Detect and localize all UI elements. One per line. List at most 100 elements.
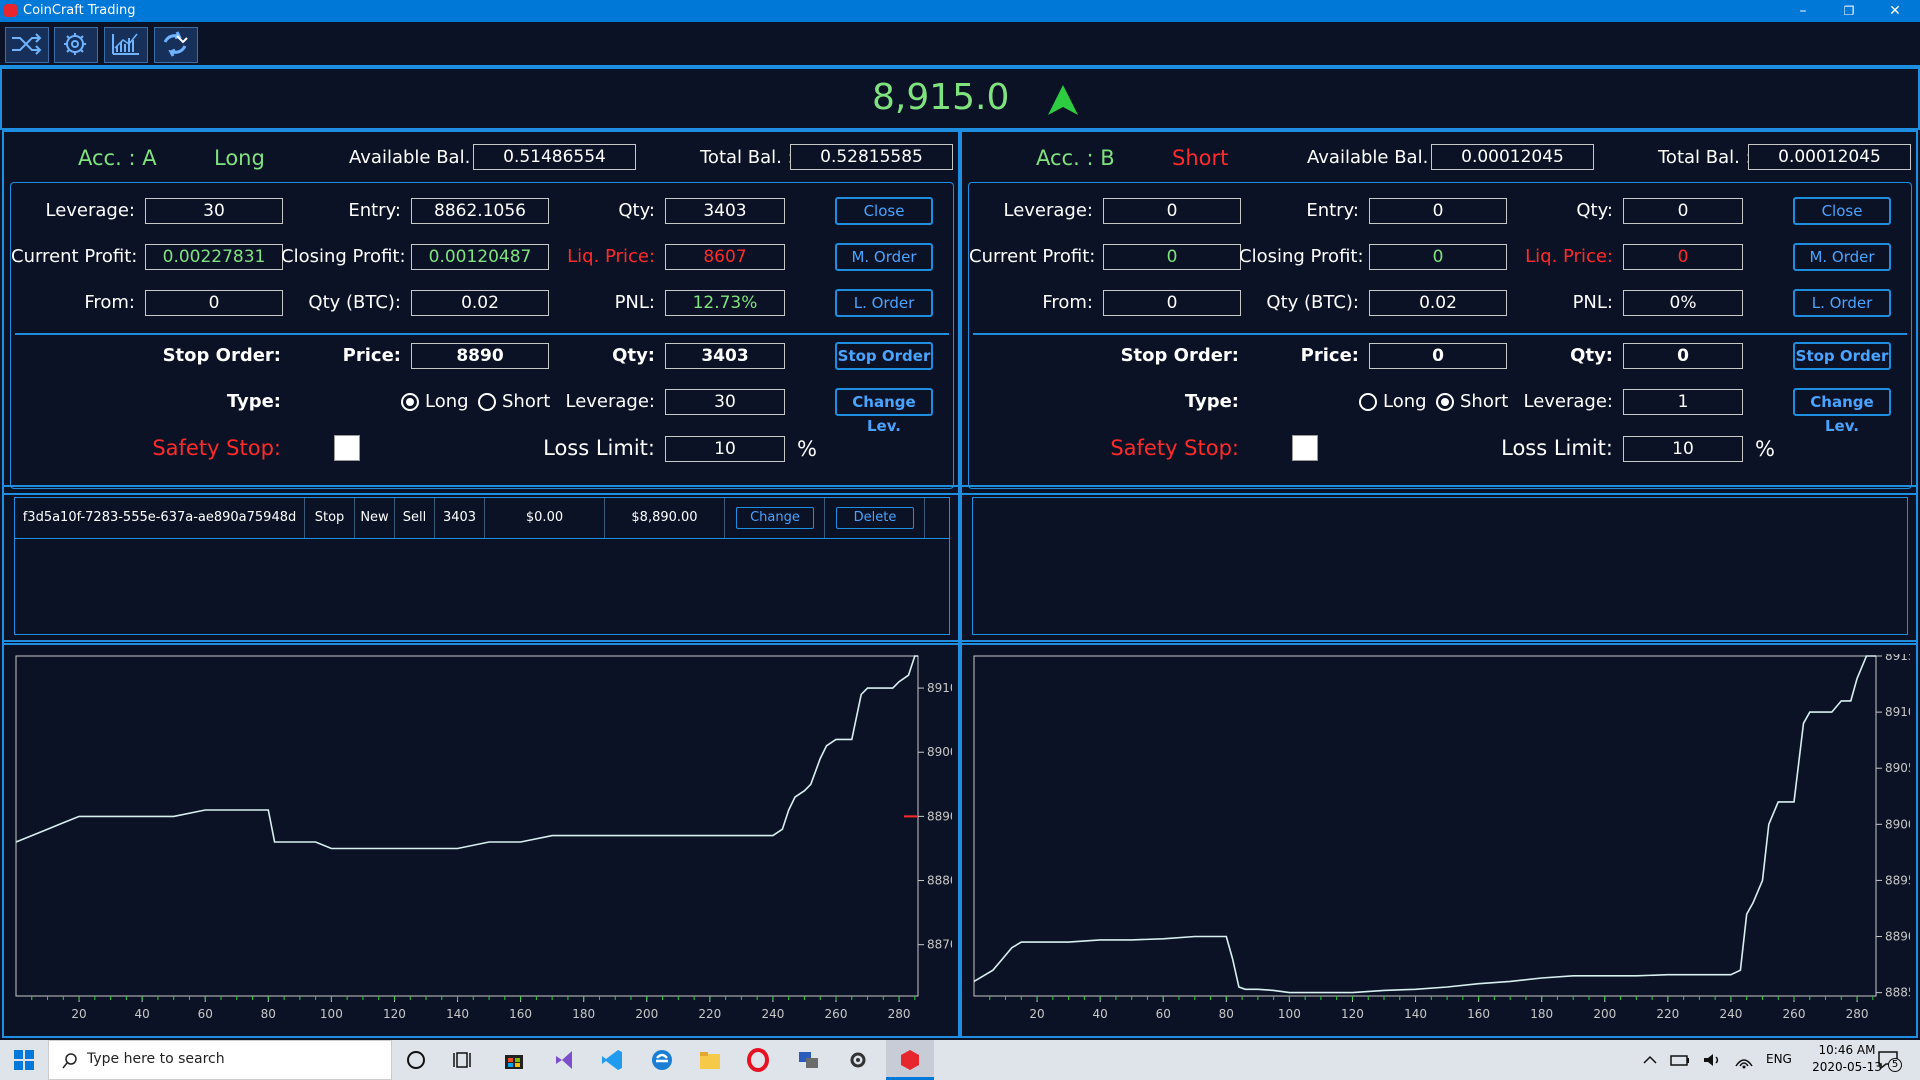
- y-tick-label: 8890: [927, 809, 952, 823]
- safety-stop-checkbox[interactable]: [334, 435, 360, 461]
- order-row: f3d5a10f-7283-555e-637a-ae890a75948d Stop…: [15, 498, 949, 539]
- x-tick-label: 280: [1846, 1007, 1869, 1021]
- limit-order-button[interactable]: L. Order: [1793, 289, 1891, 317]
- x-tick-label: 80: [261, 1007, 276, 1021]
- chevron-up-icon[interactable]: [1638, 1048, 1662, 1072]
- close-window-button[interactable]: ✕: [1872, 0, 1918, 22]
- qty-field[interactable]: 0: [1623, 198, 1743, 224]
- orders-table: [972, 497, 1908, 635]
- shuffle-button[interactable]: [5, 27, 49, 63]
- x-tick-label: 20: [71, 1007, 86, 1021]
- market-order-button[interactable]: M. Order: [1793, 243, 1891, 271]
- volume-icon[interactable]: [1700, 1048, 1724, 1072]
- taskbar-active-app[interactable]: [886, 1040, 934, 1080]
- opera-icon[interactable]: [746, 1048, 770, 1072]
- delete-order-button[interactable]: Delete: [836, 507, 914, 529]
- windows-start-icon[interactable]: [12, 1048, 36, 1072]
- notification-center-button[interactable]: 5: [1876, 1048, 1902, 1072]
- liq-price-field[interactable]: 8607: [665, 244, 785, 270]
- x-tick-label: 160: [1467, 1007, 1490, 1021]
- stop-price-field[interactable]: 8890: [411, 343, 549, 369]
- closing-profit-label: Closing Profit:: [1239, 246, 1364, 267]
- orders-table: f3d5a10f-7283-555e-637a-ae890a75948d Stop…: [14, 497, 950, 635]
- percent-label: %: [797, 437, 817, 461]
- close-position-button[interactable]: Close: [835, 197, 933, 225]
- liq-price-field[interactable]: 0: [1623, 244, 1743, 270]
- network-tool-icon[interactable]: [796, 1048, 820, 1072]
- cortana-icon[interactable]: [404, 1048, 428, 1072]
- stop-qty-field[interactable]: 0: [1623, 343, 1743, 369]
- qty-btc-field[interactable]: 0.02: [1369, 290, 1507, 316]
- entry-label: Entry:: [1306, 200, 1359, 221]
- stop-leverage-label: Leverage:: [1523, 391, 1613, 412]
- visual-studio-icon[interactable]: [552, 1048, 576, 1072]
- order-cell-id: f3d5a10f-7283-555e-637a-ae890a75948d: [15, 498, 305, 538]
- order-cell-qty: 3403: [435, 498, 485, 538]
- wifi-icon[interactable]: [1732, 1048, 1756, 1072]
- stop-leverage-field[interactable]: 30: [665, 389, 785, 415]
- current-profit-field[interactable]: 0.00227831: [145, 244, 283, 270]
- edge-icon[interactable]: [650, 1048, 674, 1072]
- closing-profit-field[interactable]: 0.00120487: [411, 244, 549, 270]
- position-section: Leverage: 0 Entry: 0 Qty: 0 Close Curren…: [968, 182, 1912, 489]
- y-tick-label: 8900: [1885, 817, 1910, 831]
- limit-order-button[interactable]: L. Order: [835, 289, 933, 317]
- entry-field[interactable]: 0: [1369, 198, 1507, 224]
- stop-order-button[interactable]: Stop Order: [1793, 342, 1891, 370]
- store-icon[interactable]: [502, 1048, 526, 1072]
- liq-price-label: Liq. Price:: [567, 246, 655, 267]
- task-view-icon[interactable]: [452, 1048, 476, 1072]
- type-long-radio[interactable]: [401, 393, 419, 411]
- maximize-button[interactable]: ❐: [1826, 0, 1872, 22]
- qty-btc-field[interactable]: 0.02: [411, 290, 549, 316]
- leverage-field[interactable]: 0: [1103, 198, 1241, 224]
- change-leverage-button[interactable]: Change Lev.: [1793, 388, 1891, 435]
- section-divider: [15, 333, 949, 335]
- safety-stop-checkbox[interactable]: [1292, 435, 1318, 461]
- stop-price-field[interactable]: 0: [1369, 343, 1507, 369]
- battery-icon[interactable]: [1668, 1048, 1692, 1072]
- chart-button[interactable]: [104, 27, 148, 63]
- minimize-button[interactable]: –: [1780, 0, 1826, 22]
- type-long-radio[interactable]: [1359, 393, 1377, 411]
- stop-leverage-field[interactable]: 1: [1623, 389, 1743, 415]
- file-explorer-icon[interactable]: [698, 1048, 722, 1072]
- stop-order-button[interactable]: Stop Order: [835, 342, 933, 370]
- type-short-radio[interactable]: [478, 393, 496, 411]
- x-tick-label: 280: [888, 1007, 911, 1021]
- clock-date[interactable]: 2020-05-13: [1812, 1060, 1882, 1074]
- sync-button[interactable]: [154, 27, 198, 63]
- loss-limit-field[interactable]: 10: [665, 436, 785, 462]
- clock-time[interactable]: 10:46 AM: [1812, 1043, 1882, 1057]
- language-indicator[interactable]: ENG: [1766, 1052, 1792, 1066]
- market-order-button[interactable]: M. Order: [835, 243, 933, 271]
- qty-field[interactable]: 3403: [665, 198, 785, 224]
- from-field[interactable]: 0: [1103, 290, 1241, 316]
- settings-app-icon[interactable]: [846, 1048, 870, 1072]
- pnl-field[interactable]: 12.73%: [665, 290, 785, 316]
- total-balance-field[interactable]: 0.00012045: [1748, 144, 1911, 170]
- change-order-button[interactable]: Change: [736, 507, 814, 529]
- total-balance-field[interactable]: 0.52815585: [790, 144, 953, 170]
- change-leverage-button[interactable]: Change Lev.: [835, 388, 933, 435]
- type-long-label: Long: [425, 391, 469, 412]
- taskbar-search-input[interactable]: Type here to search: [48, 1040, 392, 1080]
- entry-field[interactable]: 8862.1056: [411, 198, 549, 224]
- x-tick-label: 100: [320, 1007, 343, 1021]
- vscode-icon[interactable]: [600, 1048, 624, 1072]
- current-profit-field[interactable]: 0: [1103, 244, 1241, 270]
- stop-qty-field[interactable]: 3403: [665, 343, 785, 369]
- settings-button[interactable]: [54, 27, 98, 63]
- from-field[interactable]: 0: [145, 290, 283, 316]
- stop-qty-label: Qty:: [1570, 345, 1613, 366]
- closing-profit-field[interactable]: 0: [1369, 244, 1507, 270]
- type-short-radio[interactable]: [1436, 393, 1454, 411]
- available-balance-field[interactable]: 0.00012045: [1431, 144, 1594, 170]
- leverage-field[interactable]: 30: [145, 198, 283, 224]
- leverage-label: Leverage:: [1003, 200, 1093, 221]
- y-tick-label: 8885: [1885, 986, 1910, 1000]
- pnl-field[interactable]: 0%: [1623, 290, 1743, 316]
- available-balance-field[interactable]: 0.51486554: [473, 144, 636, 170]
- close-position-button[interactable]: Close: [1793, 197, 1891, 225]
- loss-limit-field[interactable]: 10: [1623, 436, 1743, 462]
